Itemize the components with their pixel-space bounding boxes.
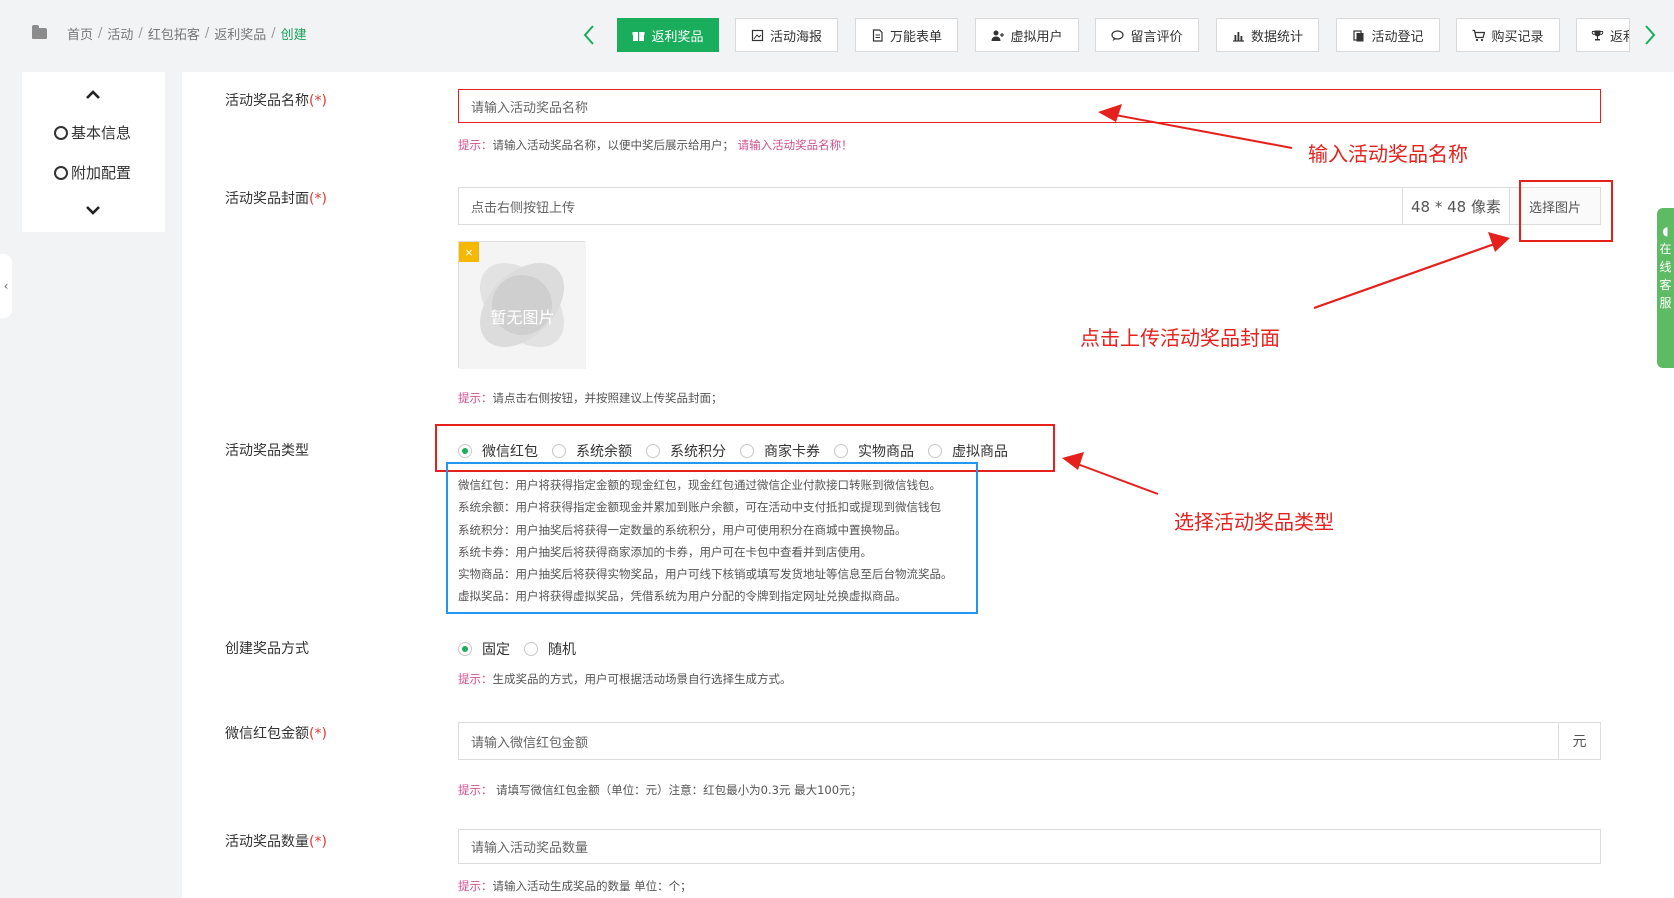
breadcrumb-item[interactable]: 红包拓客 <box>148 24 200 43</box>
file-icon <box>871 28 884 42</box>
breadcrumb-item[interactable]: 首页 <box>67 24 93 43</box>
label-prize-type: 活动奖品类型 <box>225 443 309 459</box>
collapse-sidebar-button[interactable]: ‹ <box>0 254 12 318</box>
chevron-left-icon[interactable] <box>582 24 596 46</box>
tip-prize-name: 提示：请输入活动奖品名称，以便中奖后展示给用户； 请输入活动奖品名称！ <box>458 138 853 152</box>
chevron-up-icon[interactable] <box>84 88 102 100</box>
chevron-left-icon: ‹ <box>3 279 9 293</box>
service-icon: ◖ <box>1662 224 1669 238</box>
side-nav-item-basic-info[interactable]: 基本信息 <box>54 122 131 143</box>
image-icon <box>751 29 764 42</box>
annotation-type: 选择活动奖品类型 <box>1174 510 1334 534</box>
annotation-name: 输入活动奖品名称 <box>1308 142 1468 166</box>
highlight-choose-image <box>1519 180 1613 242</box>
online-service-label: 在线客服 <box>1659 242 1672 310</box>
cover-preview: × 暂无图片 <box>458 241 586 369</box>
breadcrumb: 首页 / 活动 / 红包拓客 / 返利奖品 / 创建 <box>32 24 307 43</box>
tab-statistics[interactable]: 数据统计 <box>1216 18 1319 52</box>
remove-image-button[interactable]: × <box>459 242 479 262</box>
breadcrumb-current: 创建 <box>280 28 307 43</box>
breadcrumb-item[interactable]: 活动 <box>107 24 133 43</box>
clipboard-icon <box>1352 29 1365 42</box>
comment-icon <box>1111 29 1125 42</box>
label-prize-cover: 活动奖品封面(*) <box>225 191 327 207</box>
tip-prize-quantity: 提示：请输入活动生成奖品的数量 单位：个； <box>458 879 692 893</box>
online-service-tab[interactable]: ◖ 在线客服 <box>1657 208 1674 368</box>
cart-icon <box>1472 29 1486 42</box>
top-bar: 首页 / 活动 / 红包拓客 / 返利奖品 / 创建 返利奖品 活动海报 万能表单 虚拟… <box>0 0 1674 66</box>
trophy-icon <box>1591 29 1604 42</box>
label-create-method: 创建奖品方式 <box>225 641 309 657</box>
folder-icon <box>32 25 47 39</box>
highlight-type-descriptions <box>446 462 978 614</box>
breadcrumb-item[interactable]: 返利奖品 <box>214 24 266 43</box>
prize-name-input[interactable]: 请输入活动奖品名称 <box>458 89 1601 123</box>
chevron-down-icon[interactable] <box>84 205 102 217</box>
label-prize-name: 活动奖品名称(*) <box>225 93 327 109</box>
prize-quantity-input[interactable]: 请输入活动奖品数量 <box>458 829 1601 864</box>
no-image-text: 暂无图片 <box>490 308 555 327</box>
label-red-packet-amount: 微信红包金额(*) <box>225 726 327 742</box>
bar-chart-icon <box>1232 29 1245 42</box>
tip-prize-cover: 提示：请点击右侧按钮，并按照建议上传奖品封面； <box>458 391 723 405</box>
error-prize-name: 请输入活动奖品名称！ <box>737 138 853 152</box>
tab-virtual-users[interactable]: 虚拟用户 <box>975 18 1079 52</box>
cover-size-hint: 48 * 48 像素 <box>1402 188 1509 224</box>
red-packet-amount-input[interactable]: 请输入微信红包金额 元 <box>458 722 1601 760</box>
radio-fixed[interactable]: 固定 <box>458 639 510 659</box>
annotation-cover: 点击上传活动奖品封面 <box>1080 326 1280 350</box>
circle-icon <box>54 125 68 140</box>
tab-registration[interactable]: 活动登记 <box>1336 18 1440 52</box>
tab-comments[interactable]: 留言评价 <box>1095 18 1199 52</box>
tab-purchase-records[interactable]: 购买记录 <box>1456 18 1560 52</box>
tip-red-packet-amount: 提示： 请填写微信红包金额（单位：元）注意：红包最小为0.3元 最大100元； <box>458 783 863 797</box>
tab-universal-form[interactable]: 万能表单 <box>855 18 958 52</box>
label-prize-quantity: 活动奖品数量(*) <box>225 834 327 850</box>
side-nav: 基本信息 附加配置 <box>22 72 165 232</box>
create-method-radio-group: 固定 随机 <box>458 639 590 659</box>
circle-icon <box>54 165 68 180</box>
chevron-right-icon[interactable] <box>1643 24 1657 46</box>
currency-unit: 元 <box>1558 723 1600 759</box>
tab-rebate-prizes[interactable]: 返利奖品 <box>617 18 719 52</box>
prize-cover-input[interactable]: 点击右侧按钮上传 48 * 48 像素 选择图片 <box>458 187 1601 225</box>
tab-activity-poster[interactable]: 活动海报 <box>735 18 838 52</box>
radio-random[interactable]: 随机 <box>524 639 576 659</box>
tab-rebate[interactable]: 返利 <box>1576 18 1630 52</box>
tip-create-method: 提示：生成奖品的方式，用户可根据活动场景自行选择生成方式。 <box>458 672 792 686</box>
side-nav-item-extra-config[interactable]: 附加配置 <box>54 162 131 183</box>
gift-icon <box>632 29 645 42</box>
user-plus-icon <box>991 29 1005 42</box>
